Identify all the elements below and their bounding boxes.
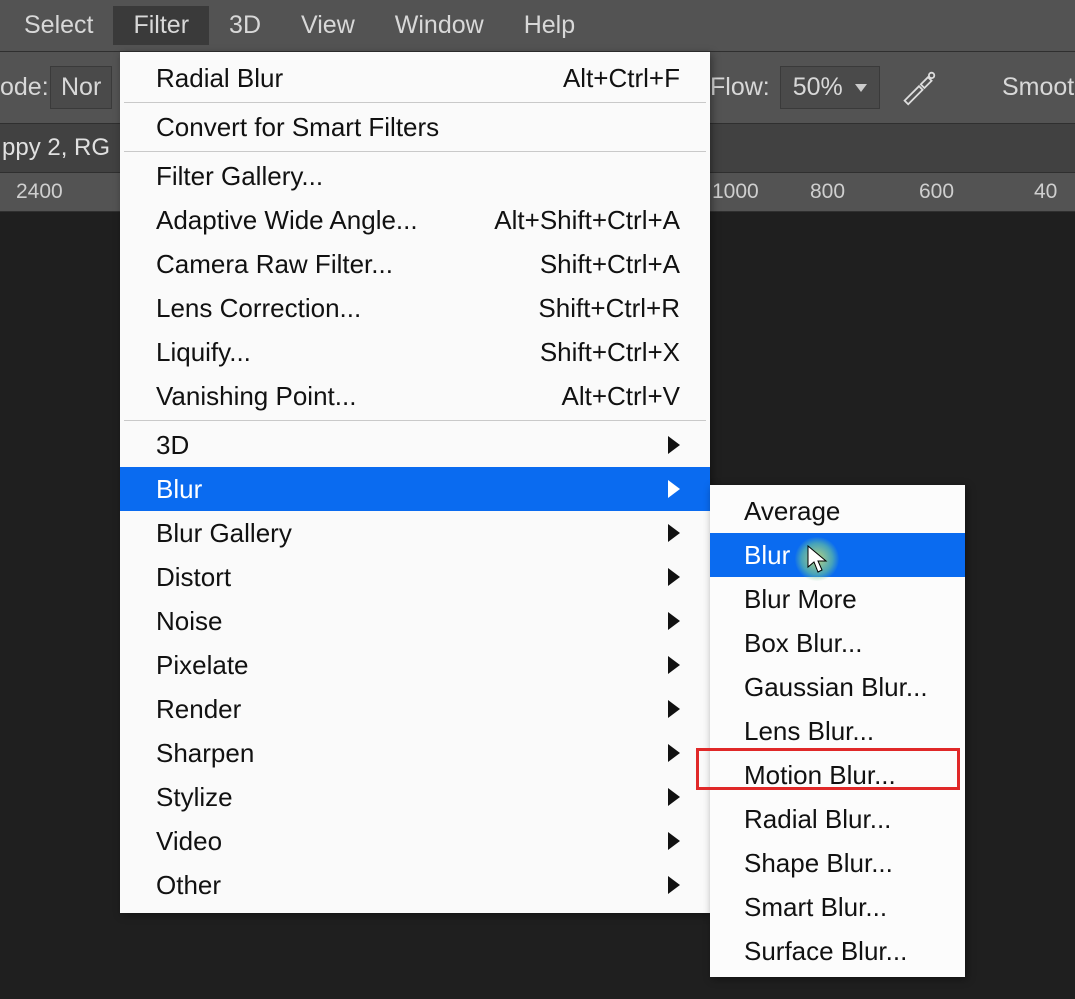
menu-help[interactable]: Help xyxy=(504,6,595,45)
submenu-item-motion-blur[interactable]: Motion Blur... xyxy=(710,753,965,797)
menu-window[interactable]: Window xyxy=(375,6,504,45)
document-tab[interactable]: ppy 2, RG xyxy=(0,134,112,162)
menu-item-label: Radial Blur xyxy=(156,62,283,94)
ruler-tick: 1000 xyxy=(712,180,759,204)
flow-select[interactable]: 50% xyxy=(780,66,880,109)
submenu-arrow-icon xyxy=(668,524,680,542)
menu-item-shortcut: Shift+Ctrl+R xyxy=(538,292,680,324)
submenu-arrow-icon xyxy=(668,876,680,894)
menu-item-shortcut: Shift+Ctrl+A xyxy=(540,248,680,280)
filter-dropdown: Radial Blur Alt+Ctrl+F Convert for Smart… xyxy=(120,52,710,913)
menu-item-convert-smart-filters[interactable]: Convert for Smart Filters xyxy=(120,105,710,149)
menu-item-radial-blur-last[interactable]: Radial Blur Alt+Ctrl+F xyxy=(120,56,710,100)
menu-item-label: Camera Raw Filter... xyxy=(156,248,393,280)
submenu-arrow-icon xyxy=(668,480,680,498)
menu-item-label: Liquify... xyxy=(156,336,251,368)
ruler-tick: 2400 xyxy=(16,180,63,204)
menu-item-distort[interactable]: Distort xyxy=(120,555,710,599)
menu-separator xyxy=(124,102,706,103)
menu-item-label: Distort xyxy=(156,561,231,593)
menu-item-adaptive-wide-angle[interactable]: Adaptive Wide Angle... Alt+Shift+Ctrl+A xyxy=(120,198,710,242)
menu-item-other[interactable]: Other xyxy=(120,863,710,907)
submenu-item-surface-blur[interactable]: Surface Blur... xyxy=(710,929,965,973)
menu-item-label: Video xyxy=(156,825,222,857)
flow-label: Flow: xyxy=(710,73,770,102)
menu-item-label: Convert for Smart Filters xyxy=(156,111,439,143)
submenu-item-shape-blur[interactable]: Shape Blur... xyxy=(710,841,965,885)
menu-item-blur[interactable]: Blur xyxy=(120,467,710,511)
submenu-arrow-icon xyxy=(668,436,680,454)
submenu-item-box-blur[interactable]: Box Blur... xyxy=(710,621,965,665)
submenu-arrow-icon xyxy=(668,788,680,806)
menu-separator xyxy=(124,151,706,152)
menu-item-label: Render xyxy=(156,693,241,725)
menu-item-label: Noise xyxy=(156,605,222,637)
menu-item-label: Other xyxy=(156,869,221,901)
mode-select[interactable]: Nor xyxy=(50,66,112,109)
chevron-down-icon[interactable] xyxy=(855,84,867,92)
menu-item-lens-correction[interactable]: Lens Correction... Shift+Ctrl+R xyxy=(120,286,710,330)
menu-view[interactable]: View xyxy=(281,6,375,45)
menu-item-blur-gallery[interactable]: Blur Gallery xyxy=(120,511,710,555)
submenu-item-smart-blur[interactable]: Smart Blur... xyxy=(710,885,965,929)
menu-3d[interactable]: 3D xyxy=(209,6,281,45)
menu-item-label: Lens Correction... xyxy=(156,292,361,324)
menu-item-camera-raw-filter[interactable]: Camera Raw Filter... Shift+Ctrl+A xyxy=(120,242,710,286)
menu-separator xyxy=(124,420,706,421)
menu-item-video[interactable]: Video xyxy=(120,819,710,863)
menu-item-vanishing-point[interactable]: Vanishing Point... Alt+Ctrl+V xyxy=(120,374,710,418)
menu-item-shortcut: Shift+Ctrl+X xyxy=(540,336,680,368)
menu-item-render[interactable]: Render xyxy=(120,687,710,731)
menu-item-pixelate[interactable]: Pixelate xyxy=(120,643,710,687)
submenu-item-lens-blur[interactable]: Lens Blur... xyxy=(710,709,965,753)
menu-item-label: Vanishing Point... xyxy=(156,380,356,412)
menu-filter[interactable]: Filter xyxy=(113,6,209,45)
menu-item-liquify[interactable]: Liquify... Shift+Ctrl+X xyxy=(120,330,710,374)
menu-item-label: Filter Gallery... xyxy=(156,160,323,192)
submenu-item-radial-blur[interactable]: Radial Blur... xyxy=(710,797,965,841)
menu-item-3d[interactable]: 3D xyxy=(120,423,710,467)
smoothing-label: Smooth xyxy=(1002,73,1075,102)
submenu-arrow-icon xyxy=(668,700,680,718)
menu-item-filter-gallery[interactable]: Filter Gallery... xyxy=(120,154,710,198)
submenu-arrow-icon xyxy=(668,612,680,630)
submenu-arrow-icon xyxy=(668,744,680,762)
menu-item-label: Blur Gallery xyxy=(156,517,292,549)
submenu-item-gaussian-blur[interactable]: Gaussian Blur... xyxy=(710,665,965,709)
menu-item-label: Sharpen xyxy=(156,737,254,769)
menu-item-shortcut: Alt+Shift+Ctrl+A xyxy=(494,204,680,236)
menu-item-label: 3D xyxy=(156,429,189,461)
menu-item-label: Blur xyxy=(156,473,202,505)
submenu-item-blur-more[interactable]: Blur More xyxy=(710,577,965,621)
menu-select[interactable]: Select xyxy=(4,6,113,45)
submenu-arrow-icon xyxy=(668,568,680,586)
menu-item-sharpen[interactable]: Sharpen xyxy=(120,731,710,775)
flow-value-text: 50% xyxy=(793,73,843,102)
ruler-tick: 40 xyxy=(1034,180,1057,204)
ruler-tick: 600 xyxy=(919,180,954,204)
menubar: Select Filter 3D View Window Help xyxy=(0,0,1075,52)
menu-item-noise[interactable]: Noise xyxy=(120,599,710,643)
submenu-arrow-icon xyxy=(668,656,680,674)
submenu-arrow-icon xyxy=(668,832,680,850)
menu-item-label: Stylize xyxy=(156,781,233,813)
menu-item-label: Adaptive Wide Angle... xyxy=(156,204,418,236)
airbrush-icon[interactable] xyxy=(900,70,938,106)
menu-item-shortcut: Alt+Ctrl+F xyxy=(563,62,680,94)
menu-item-stylize[interactable]: Stylize xyxy=(120,775,710,819)
menu-item-shortcut: Alt+Ctrl+V xyxy=(562,380,681,412)
mode-label: ode: xyxy=(0,73,49,102)
ruler-tick: 800 xyxy=(810,180,845,204)
submenu-item-average[interactable]: Average xyxy=(710,489,965,533)
menu-item-label: Pixelate xyxy=(156,649,249,681)
